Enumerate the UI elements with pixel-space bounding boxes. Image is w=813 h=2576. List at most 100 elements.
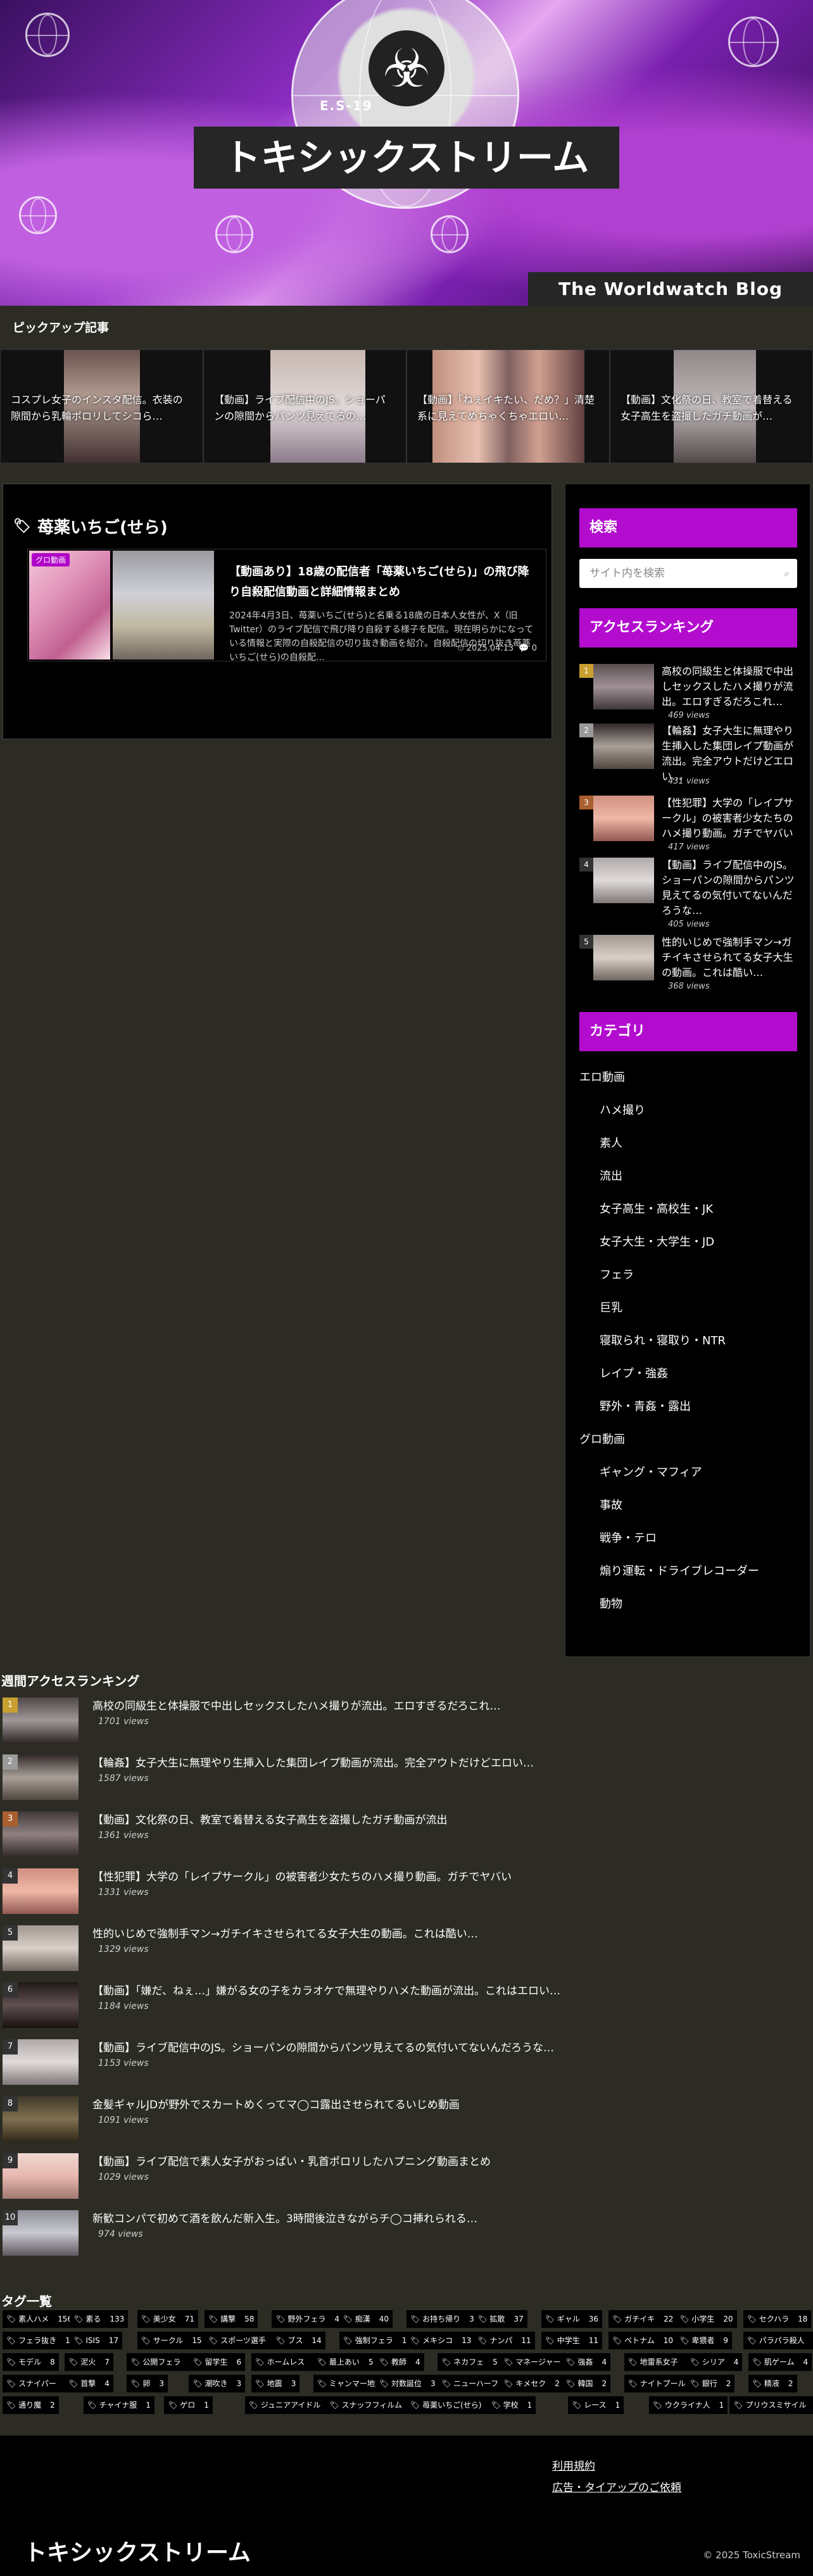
- tag-link[interactable]: 🏷 プリウスミサイル1: [729, 2396, 813, 2414]
- category-link[interactable]: 戦争・テロ: [600, 1531, 657, 1546]
- category-badge[interactable]: グロ動画: [32, 553, 70, 566]
- ranking-item[interactable]: 5 性的いじめで強制手マン→ガチイキさせられてる女子大生の動画。これは酷い… 3…: [579, 935, 797, 1003]
- footer-link-ads[interactable]: 広告・タイアップのご依頼: [552, 2479, 681, 2494]
- site-title[interactable]: トキシックストリーム: [194, 127, 619, 189]
- tag-link[interactable]: 🏷 ジュニアアイドル1: [244, 2396, 339, 2414]
- tag-link[interactable]: 🏷 素人ハメ 156: [3, 2310, 76, 2328]
- search-input[interactable]: サイト内を検索 ⌕: [579, 559, 797, 588]
- category-link[interactable]: レイプ・強姦: [600, 1366, 668, 1382]
- tag-link[interactable]: 🏷 首撃 4: [65, 2375, 113, 2392]
- tag-link[interactable]: 🏷 韓国 2: [562, 2375, 611, 2392]
- category-link-guro[interactable]: グロ動画: [579, 1432, 625, 1447]
- entry-title[interactable]: 【動画あり】18歳の配信者「苺薬いちご(せら)」の飛び降り自殺配信動画と詳細情報…: [229, 562, 538, 603]
- tag-link[interactable]: 🏷 精液 2: [748, 2375, 797, 2392]
- weekly-item[interactable]: 8 金髪ギャルJDが野外でスカートめくってマ◯コ露出させられてるいじめ動画 10…: [0, 2096, 813, 2147]
- pickup-card[interactable]: 【動画】ライブ配信中のJS。ショーパンの隙間からパンツ見えてるの…: [203, 349, 406, 463]
- category-link[interactable]: 流出: [600, 1169, 622, 1184]
- search-icon[interactable]: ⌕: [784, 559, 790, 588]
- category-link[interactable]: 事故: [600, 1498, 622, 1513]
- weekly-item[interactable]: 7 【動画】ライブ配信中のJS。ショーパンの隙間からパンツ見えてるの気付いてない…: [0, 2039, 813, 2090]
- pickup-card[interactable]: 【動画】文化祭の日、教室で着替える女子高生を盗撮したガチ動画が…: [610, 349, 813, 463]
- category-link[interactable]: ハメ撮り: [600, 1103, 645, 1118]
- tag-link[interactable]: 🏷 パラパラ殺人8: [743, 2332, 813, 2349]
- tag-link[interactable]: 🏷 中学生 11: [541, 2332, 603, 2349]
- tag-link[interactable]: 🏷 お持ち帰り38: [406, 2310, 483, 2328]
- tag-link[interactable]: 🏷 素る 133: [70, 2310, 129, 2328]
- weekly-item[interactable]: 6 【動画】「嫌だ、ねぇ…」嫌がる女の子をカラオケで無理やりハメた動画が流出。こ…: [0, 1982, 813, 2033]
- tag-link[interactable]: 🏷 サークル 15: [137, 2332, 206, 2349]
- tag-link[interactable]: 🏷 ホームレス6: [251, 2353, 322, 2371]
- category-link[interactable]: 素人: [600, 1136, 622, 1151]
- tag-link[interactable]: 🏷 フェラ抜き17: [3, 2332, 79, 2349]
- tag-link[interactable]: 🏷 公開フェラ7: [127, 2353, 199, 2371]
- category-link[interactable]: 女子大生・大学生・JD: [600, 1235, 714, 1250]
- ranking-item[interactable]: 4 【動画】ライブ配信中のJS。ショーパンの隙間からパンツ見えてるの気付いてない…: [579, 858, 797, 929]
- tag-link[interactable]: 🏷 美少女 71: [137, 2310, 199, 2328]
- tag-link[interactable]: 🏷 ISIS 17: [70, 2332, 122, 2349]
- tag-link[interactable]: 🏷 潮吹き 3: [189, 2375, 246, 2392]
- tag-link[interactable]: 🏷 強制フェラ13: [339, 2332, 416, 2349]
- tag-link[interactable]: 🏷 ベトナム 10: [608, 2332, 677, 2349]
- tag-link[interactable]: 🏷 苺薬いちご(せら)1: [406, 2396, 500, 2414]
- weekly-item[interactable]: 1 高校の同級生と体操服で中出しセックスしたハメ撮りが流出。エロすぎるだろこれ……: [0, 1698, 813, 1748]
- tag-link[interactable]: 🏷 ブス 14: [272, 2332, 325, 2349]
- weekly-item[interactable]: 9 【動画】ライブ配信で素人女子がおっぱい・乳首ポロリしたハプニング動画まとめ …: [0, 2153, 813, 2204]
- footer-logo[interactable]: トキシックストリーム: [24, 2534, 251, 2567]
- weekly-item[interactable]: 10 新歓コンパで初めて酒を飲んだ新入生。3時間後泣きながらチ◯コ挿れられる… …: [0, 2210, 813, 2261]
- category-link[interactable]: 動物: [600, 1597, 622, 1612]
- category-link-ero[interactable]: エロ動画: [579, 1070, 625, 1085]
- ranking-item[interactable]: 1 高校の同級生と体操服で中出しセックスしたハメ撮りが流出。エロすぎるだろこれ……: [579, 664, 797, 732]
- tag-link[interactable]: 🏷 対数誕位 3: [375, 2375, 439, 2392]
- tag-link[interactable]: 🏷 痴漢 40: [339, 2310, 393, 2328]
- ranking-item[interactable]: 3 【性犯罪】大学の「レイプサークル」の被害者少女たちのハメ撮り動画。ガチでヤバ…: [579, 796, 797, 864]
- weekly-item[interactable]: 3 【動画】文化祭の日、教室で着替える女子高生を盗撮したガチ動画が流出 1361…: [0, 1811, 813, 1862]
- ranking-item[interactable]: 2 【輪姦】女子大生に無理やり生挿入した集団レイプ動画が流出。完全アウトだけどエ…: [579, 723, 797, 792]
- tag-link[interactable]: 🏷 教師 4: [375, 2353, 424, 2371]
- tag-link[interactable]: 🏷 肌ゲーム 4: [748, 2353, 812, 2371]
- category-link[interactable]: 煽り運転・ドライブレコーダー: [600, 1564, 759, 1579]
- tag-link[interactable]: 🏷 野外フェラ44: [272, 2310, 348, 2328]
- tag-link[interactable]: 🏷 ガチイキ 22: [608, 2310, 678, 2328]
- tag-link[interactable]: 🏷 ウクライナ人 1: [648, 2396, 728, 2414]
- tag-link[interactable]: 🏷 メキシコ 13: [406, 2332, 476, 2349]
- tag-link[interactable]: 🏷 レース 1: [568, 2396, 624, 2414]
- footer-link-terms[interactable]: 利用規約: [552, 2457, 595, 2473]
- category-link[interactable]: 女子高生・高校生・JK: [600, 1202, 713, 1217]
- weekly-item[interactable]: 2 【輪姦】女子大生に無理やり生挿入した集団レイプ動画が流出。完全アウトだけどエ…: [0, 1754, 813, 1805]
- tag-link[interactable]: 🏷 ギャル 36: [541, 2310, 603, 2328]
- tag-link[interactable]: 🏷 泥火 7: [65, 2353, 113, 2371]
- tag-link[interactable]: 🏷 強姦 4: [562, 2353, 611, 2371]
- tag-link[interactable]: 🏷 地雷系女子4: [624, 2353, 696, 2371]
- tag-link[interactable]: 🏷 ネカフェ 5: [438, 2353, 501, 2371]
- tag-link[interactable]: 🏷 モデル 8: [3, 2353, 59, 2371]
- tag-link[interactable]: 🏷 卵3: [127, 2375, 168, 2392]
- weekly-item[interactable]: 4 【性犯罪】大学の「レイプサークル」の被害者少女たちのハメ撮り動画。ガチでヤバ…: [0, 1868, 813, 1919]
- tag-link[interactable]: 🏷 ナンパ 11: [474, 2332, 535, 2349]
- site-header-banner[interactable]: ☣ E.S-19 トキシックストリーム The Worldwatch Blog: [0, 0, 813, 306]
- tag-link[interactable]: 🏷 拡散 37: [474, 2310, 527, 2328]
- tag-link[interactable]: 🏷 留学生 6: [189, 2353, 246, 2371]
- tag-link[interactable]: 🏷 スナイパー4: [3, 2375, 74, 2392]
- category-link[interactable]: 巨乳: [600, 1301, 622, 1316]
- tag-link[interactable]: 🏷 卑猥者 9: [676, 2332, 733, 2349]
- tag-link[interactable]: 🏷 学校 1: [487, 2396, 536, 2414]
- category-link[interactable]: フェラ: [600, 1268, 634, 1283]
- pickup-card[interactable]: 【動画】「ねぇイキたい、だめ？」清楚系に見えてめちゃくちゃエロい…: [406, 349, 610, 463]
- tag-link[interactable]: 🏷 ゲロ 1: [164, 2396, 213, 2414]
- tag-link[interactable]: 🏷 セクハラ 18: [743, 2310, 812, 2328]
- tag-link[interactable]: 🏷 スナッフフィルム1: [325, 2396, 420, 2414]
- tag-link[interactable]: 🏷 シリア 4: [686, 2353, 743, 2371]
- tag-link[interactable]: 🏷 最上あい 5: [313, 2353, 377, 2371]
- tag-link[interactable]: 🏷 通り魔 2: [3, 2396, 59, 2414]
- tag-link[interactable]: 🏷 講撃 58: [205, 2310, 258, 2328]
- category-link[interactable]: 野外・青姦・露出: [600, 1399, 691, 1415]
- tag-link[interactable]: 🏷 地震 3: [251, 2375, 300, 2392]
- tag-link[interactable]: 🏷 チャイナ服 1: [83, 2396, 154, 2414]
- entry-card[interactable]: グロ動画 【動画あり】18歳の配信者「苺薬いちご(せら)」の飛び降り自殺配信動画…: [27, 549, 546, 663]
- tag-link[interactable]: 🏷 銀行 2: [686, 2375, 735, 2392]
- category-link[interactable]: 寝取られ・寝取り・NTR: [600, 1334, 726, 1349]
- category-link[interactable]: ギャング・マフィア: [600, 1465, 702, 1480]
- pickup-card[interactable]: コスプレ女子のインスタ配信。衣装の隙間から乳輪ポロリしてシコら…: [0, 349, 203, 463]
- weekly-item[interactable]: 5 性的いじめで強制手マン→ガチイキさせられてる女子大生の動画。これは酷い… 1…: [0, 1925, 813, 1976]
- tag-link[interactable]: 🏷 キメセク 2: [500, 2375, 564, 2392]
